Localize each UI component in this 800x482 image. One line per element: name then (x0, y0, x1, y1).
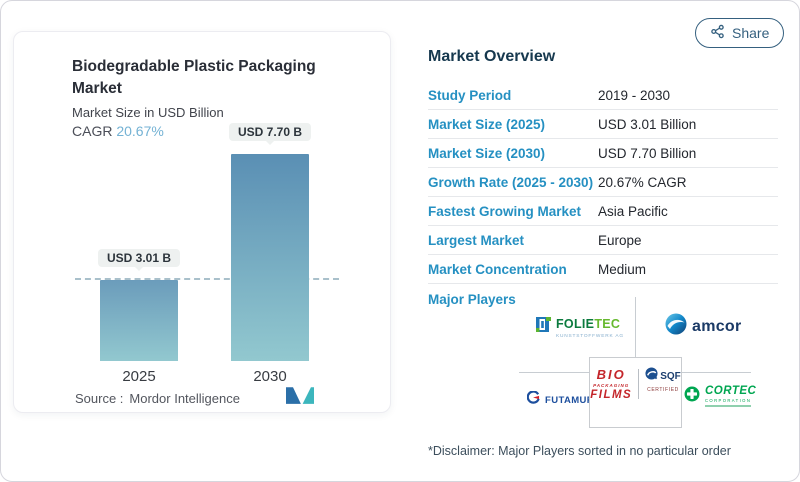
films-line: FILMS (590, 389, 632, 401)
cortec-logo: CORTEC CORPORATION (684, 386, 756, 407)
sqf-icon (645, 367, 658, 385)
row-value: USD 3.01 Billion (598, 117, 696, 132)
source-line: Source : Mordor Intelligence (75, 391, 240, 406)
chart-title: Biodegradable Plastic Packaging Market (72, 56, 338, 101)
x-axis-label-2030: 2030 (253, 368, 286, 385)
row-label: Largest Market (428, 233, 598, 248)
logo-box-divider (638, 369, 639, 399)
major-players-label: Major Players (428, 292, 516, 307)
bio-packaging-films-wordmark: BIO PACKAGING FILMS (590, 367, 632, 427)
futamura-icon (527, 391, 540, 409)
cortec-wordmark: CORTEC (705, 386, 756, 398)
amcor-icon (665, 313, 687, 340)
report-widget: Biodegradable Plastic Packaging Market M… (0, 0, 800, 482)
major-players-disclaimer: *Disclaimer: Major Players sorted in no … (428, 444, 731, 458)
packaging-line: PACKAGING (590, 383, 632, 388)
row-value: 2019 - 2030 (598, 88, 670, 103)
sqf-wordmark: SQF (660, 371, 681, 382)
row-label: Study Period (428, 88, 598, 103)
bio-line: BIO (590, 367, 632, 382)
bar-2025 (100, 280, 178, 361)
cortec-tagline-rule (705, 405, 751, 407)
source-label: Source : (75, 391, 123, 406)
row-label: Fastest Growing Market (428, 204, 598, 219)
folietec-subtitle: KUNSTSTOFFWERK AG (556, 334, 624, 339)
row-label: Market Size (2025) (428, 117, 598, 132)
overview-row-growth-rate: Growth Rate (2025 - 2030)20.67% CAGR (428, 168, 778, 197)
folietec-icon (536, 317, 551, 337)
row-label: Market Size (2030) (428, 146, 598, 161)
share-button-label: Share (732, 25, 769, 41)
cortec-icon (684, 386, 700, 407)
bio-packaging-films-logo-box: BIO PACKAGING FILMS SQF CERTIFIED (589, 357, 682, 428)
mordor-intelligence-logo-icon (286, 387, 314, 409)
folietec-wordmark-tec: TEC (594, 317, 620, 331)
row-value: Europe (598, 233, 642, 248)
overview-row-market-size-2025: Market Size (2025)USD 3.01 Billion (428, 110, 778, 139)
sqf-certified-mark: SQF CERTIFIED (645, 367, 681, 427)
market-overview-heading: Market Overview (428, 48, 555, 66)
sqf-certified-label: CERTIFIED (645, 387, 681, 393)
row-value: Medium (598, 262, 646, 277)
bar-value-label-2030: USD 7.70 B (229, 123, 311, 141)
market-size-chart-card: Biodegradable Plastic Packaging Market M… (13, 31, 391, 413)
overview-row-study-period: Study Period2019 - 2030 (428, 81, 778, 110)
share-icon (710, 24, 725, 42)
folietec-wordmark-folie: FOLIE (556, 317, 594, 331)
overview-row-largest-market: Largest MarketEurope (428, 226, 778, 255)
overview-row-market-size-2030: Market Size (2030)USD 7.70 Billion (428, 139, 778, 168)
overview-row-market-concentration: Market ConcentrationMedium (428, 255, 778, 284)
row-label: Growth Rate (2025 - 2030) (428, 175, 598, 190)
row-value: USD 7.70 Billion (598, 146, 696, 161)
row-value: Asia Pacific (598, 204, 668, 219)
bar-chart-plot: USD 3.01 B USD 7.70 B 2025 2030 (75, 131, 339, 361)
source-value: Mordor Intelligence (129, 391, 240, 406)
overview-row-fastest-growing-market: Fastest Growing MarketAsia Pacific (428, 197, 778, 226)
cortec-subtitle: CORPORATION (705, 399, 756, 403)
row-value: 20.67% CAGR (598, 175, 687, 190)
folietec-logo: FOLIETEC KUNSTSTOFFWERK AG (536, 315, 624, 339)
bar-value-label-2025: USD 3.01 B (98, 249, 180, 267)
bar-2030 (231, 154, 309, 361)
row-label: Market Concentration (428, 262, 598, 277)
players-grid-vertical-divider (635, 297, 636, 357)
x-axis-label-2025: 2025 (122, 368, 155, 385)
amcor-wordmark: amcor (692, 318, 742, 336)
amcor-logo: amcor (665, 313, 742, 340)
chart-subtitle: Market Size in USD Billion (72, 105, 338, 120)
share-button[interactable]: Share (695, 18, 784, 48)
